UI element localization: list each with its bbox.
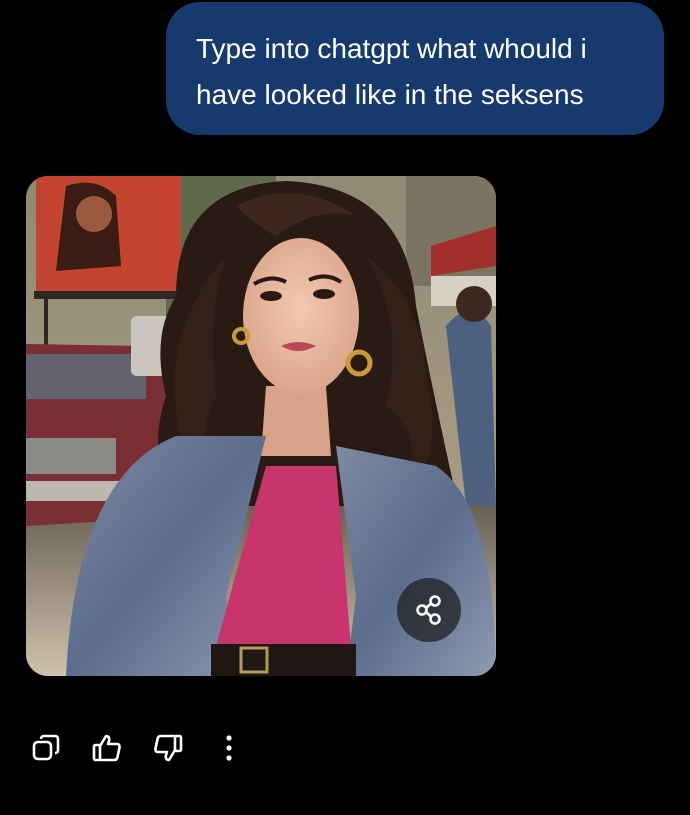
share-button[interactable] (397, 578, 461, 642)
thumbs-up-icon (92, 734, 121, 762)
generated-image[interactable] (26, 176, 496, 676)
more-options-icon (226, 735, 232, 761)
user-message-bubble: Type into chatgpt what whould i have loo… (166, 2, 664, 135)
copy-button[interactable] (26, 728, 66, 768)
thumbs-up-button[interactable] (87, 728, 127, 768)
message-actions-bar (26, 728, 270, 768)
more-options-button[interactable] (209, 728, 249, 768)
thumbs-down-icon (154, 734, 183, 762)
thumbs-down-button[interactable] (148, 728, 188, 768)
user-message-text: Type into chatgpt what whould i have loo… (196, 33, 587, 110)
share-icon (416, 595, 441, 625)
copy-icon (32, 734, 60, 761)
